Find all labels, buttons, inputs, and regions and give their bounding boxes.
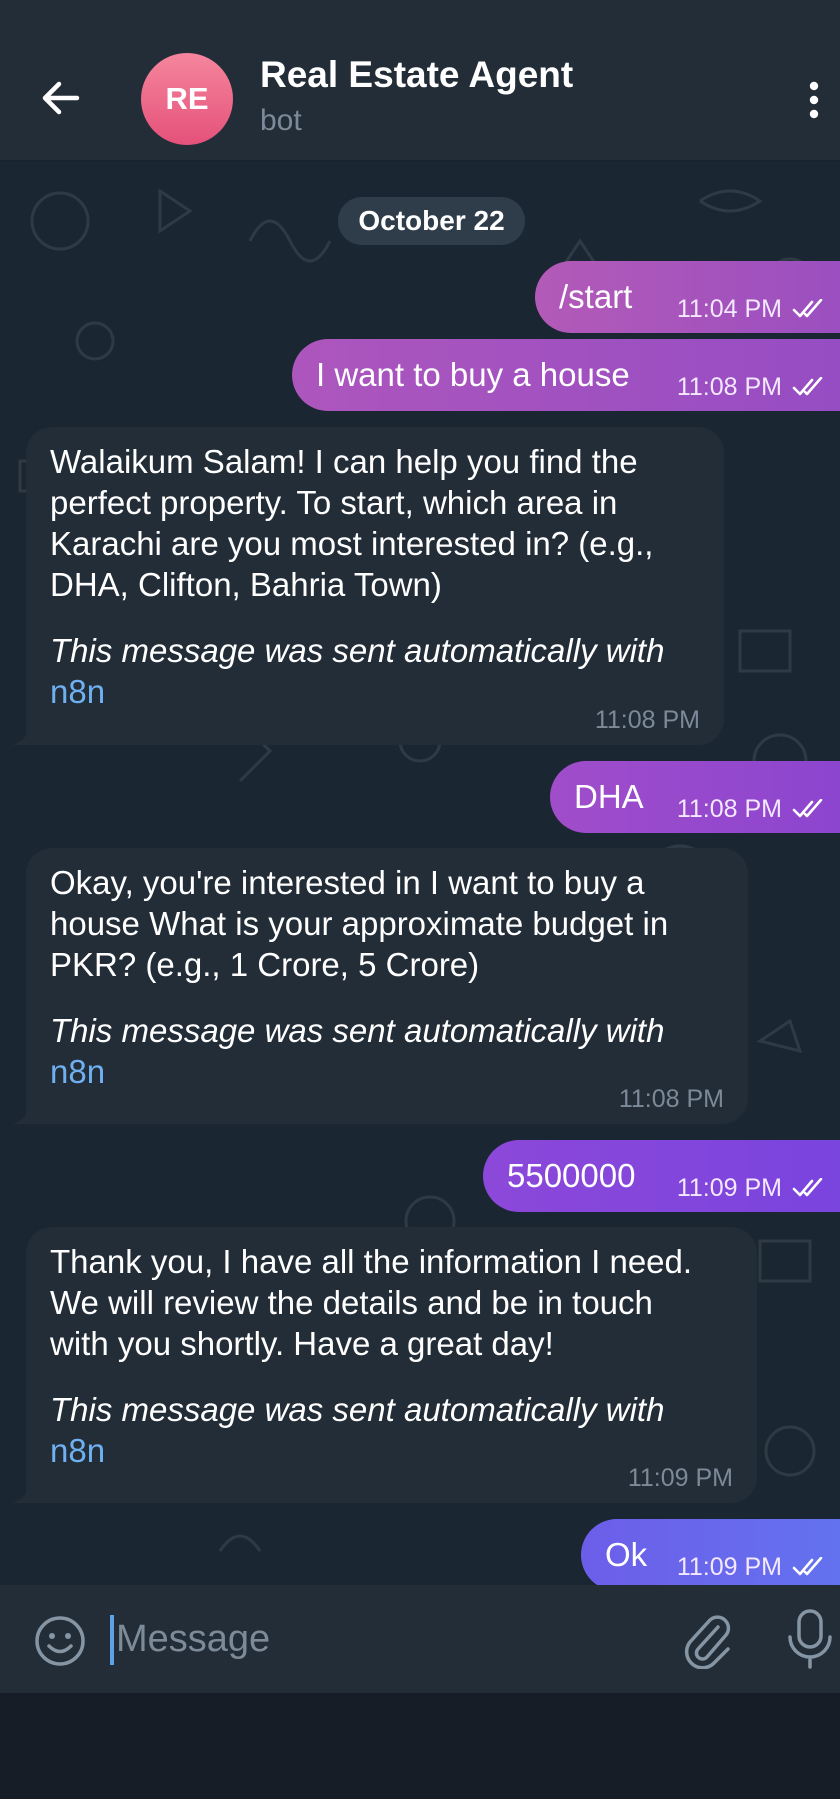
message-text: Thank you, I have all the information I …: [50, 1243, 693, 1362]
message-meta: 11:04 PM: [677, 295, 826, 323]
outgoing-message[interactable]: Ok 11:09 PM: [581, 1519, 840, 1585]
message-text: DHA: [574, 778, 644, 815]
chat-subtitle: bot: [260, 104, 302, 137]
auto-message-note: This message was sent automatically with: [50, 632, 665, 669]
incoming-message[interactable]: Okay, you're interested in I want to buy…: [12, 848, 748, 1124]
avatar-initials: RE: [165, 81, 209, 116]
back-button[interactable]: [32, 62, 88, 134]
date-label: October 22: [358, 205, 505, 236]
message-time: 11:09 PM: [676, 1173, 782, 1202]
more-menu-button[interactable]: [794, 72, 834, 128]
system-navigation-area: [0, 1693, 840, 1799]
bubble-tail: [12, 1485, 30, 1503]
double-check-icon: [792, 1557, 823, 1576]
paperclip-icon: [684, 1615, 731, 1670]
message-text: Ok: [605, 1536, 648, 1573]
message-time: 11:08 PM: [676, 372, 782, 401]
double-check-icon: [792, 377, 823, 396]
message-text: Walaikum Salam! I can help you find the …: [50, 443, 654, 603]
outgoing-message[interactable]: /start 11:04 PM: [535, 261, 840, 333]
message-meta: 11:08 PM: [677, 795, 826, 823]
date-separator: October 22: [338, 197, 525, 245]
avatar[interactable]: RE: [141, 53, 233, 145]
outgoing-message[interactable]: 5500000 11:09 PM: [483, 1140, 840, 1212]
message-time: 11:09 PM: [676, 1552, 782, 1581]
message-text: 5500000: [507, 1157, 636, 1194]
message-time: 11:08 PM: [594, 706, 700, 734]
more-vertical-icon: [809, 81, 819, 119]
microphone-icon: [788, 1609, 832, 1669]
message-meta: 11:09 PM: [677, 1553, 826, 1581]
double-check-icon: [792, 299, 823, 318]
message-text: I want to buy a house: [316, 356, 630, 393]
double-check-icon: [792, 799, 823, 818]
bubble-tail: [12, 1106, 30, 1124]
chat-header: RE Real Estate Agent bot: [0, 0, 840, 161]
message-composer: [0, 1585, 840, 1693]
incoming-message[interactable]: Thank you, I have all the information I …: [12, 1227, 757, 1503]
message-meta: 11:09 PM: [677, 1174, 826, 1202]
message-text: /start: [559, 278, 633, 315]
attach-button[interactable]: [678, 1609, 736, 1670]
voice-record-button[interactable]: [782, 1607, 838, 1671]
bubble-tail: [12, 727, 30, 745]
message-input[interactable]: [112, 1607, 660, 1671]
message-time: 11:09 PM: [627, 1464, 733, 1492]
message-time: 11:08 PM: [618, 1085, 724, 1113]
message-meta: 11:08 PM: [677, 373, 826, 401]
outgoing-message[interactable]: I want to buy a house 11:08 PM: [292, 339, 840, 411]
message-text: Okay, you're interested in I want to buy…: [50, 864, 669, 983]
arrow-left-icon: [42, 81, 80, 115]
double-check-icon: [792, 1178, 823, 1197]
auto-message-note: This message was sent automatically with: [50, 1391, 665, 1428]
incoming-message[interactable]: Walaikum Salam! I can help you find the …: [12, 427, 724, 745]
message-time: 11:08 PM: [676, 794, 782, 823]
smile-icon: [35, 1616, 85, 1666]
emoji-button[interactable]: [32, 1613, 88, 1669]
auto-message-note: This message was sent automatically with: [50, 1012, 665, 1049]
message-list[interactable]: October 22 /start 11:04 PM I want to buy…: [0, 161, 840, 1585]
message-time: 11:04 PM: [676, 294, 782, 323]
chat-title[interactable]: Real Estate Agent: [260, 54, 573, 96]
outgoing-message[interactable]: DHA 11:08 PM: [550, 761, 840, 833]
